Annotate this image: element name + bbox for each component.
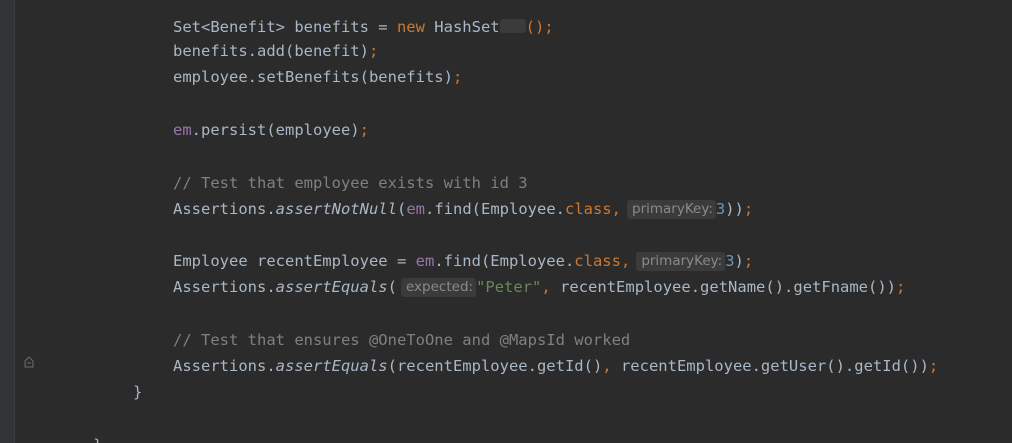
field-token: em [173,121,192,139]
code-line: benefits.add(benefit); [117,12,378,60]
field-token: em [406,200,425,218]
semicolon-token: ; [896,278,906,296]
static-method-token: assertNotNull [275,200,397,218]
comma-token: , [602,357,612,375]
comma-token: , [611,200,621,218]
code-token: .persist(employee) [191,121,360,139]
semicolon-token: ; [743,200,754,218]
code-line: Assertions.assertNotNull(em.find(Employe… [117,170,753,219]
number-token: 3 [715,200,726,218]
code-comment-line: // Test that ensures @OneToOne and @Maps… [117,301,630,349]
string-token: "Peter" [476,278,542,296]
parameter-hint: primaryKey: [627,200,716,219]
code-line: Employee recentEmployee = em.find(Employ… [117,222,753,271]
code-token: Assertions. [173,357,276,375]
comma-token: , [541,278,551,296]
semicolon-token: ; [452,68,463,86]
code-token: ( [387,278,397,296]
code-token: ( [396,200,407,218]
code-token: Assertions. [173,278,276,296]
code-token: recentEmployee.getName().getFname()) [550,278,897,296]
code-token: Assertions. [173,200,276,218]
keyword-token: class [564,200,612,218]
keyword-token: new [396,18,425,36]
code-token: HashSet [424,18,500,36]
parameter-hint: expected: [400,278,477,297]
code-token: recentEmployee.getUser().getId()) [611,357,929,375]
semicolon-token: ; [928,357,939,375]
code-line: Assertions.assertEquals(expected: "Peter"… [117,248,905,297]
closing-brace-method: } [77,353,142,401]
semicolon-token: ; [359,121,369,139]
code-line: em.persist(employee); [117,91,369,139]
code-line: employee.setBenefits(benefits); [117,38,462,86]
brace-token: } [93,436,102,443]
brace-token: } [133,383,143,401]
code-token: .find(Employee. [425,200,565,218]
code-editor[interactable]: Set<Benefit> benefits = new HashSet (); b… [0,0,1012,443]
code-token: employee.setBenefits(benefits) [173,68,453,86]
static-method-token: assertEquals [275,278,388,296]
code-line: Assertions.assertEquals(recentEmployee.g… [117,327,938,375]
code-token: (); [525,18,554,36]
folded-generic-placeholder[interactable] [499,19,526,33]
code-token: )) [725,200,744,218]
code-token: (recentEmployee.getId() [387,357,603,375]
editor-gutter[interactable] [0,0,15,443]
code-comment-line: // Test that employee exists with id 3 [117,144,528,192]
fold-marker-icon[interactable] [22,355,36,369]
static-method-token: assertEquals [275,357,388,375]
closing-brace-class: } [37,406,102,443]
